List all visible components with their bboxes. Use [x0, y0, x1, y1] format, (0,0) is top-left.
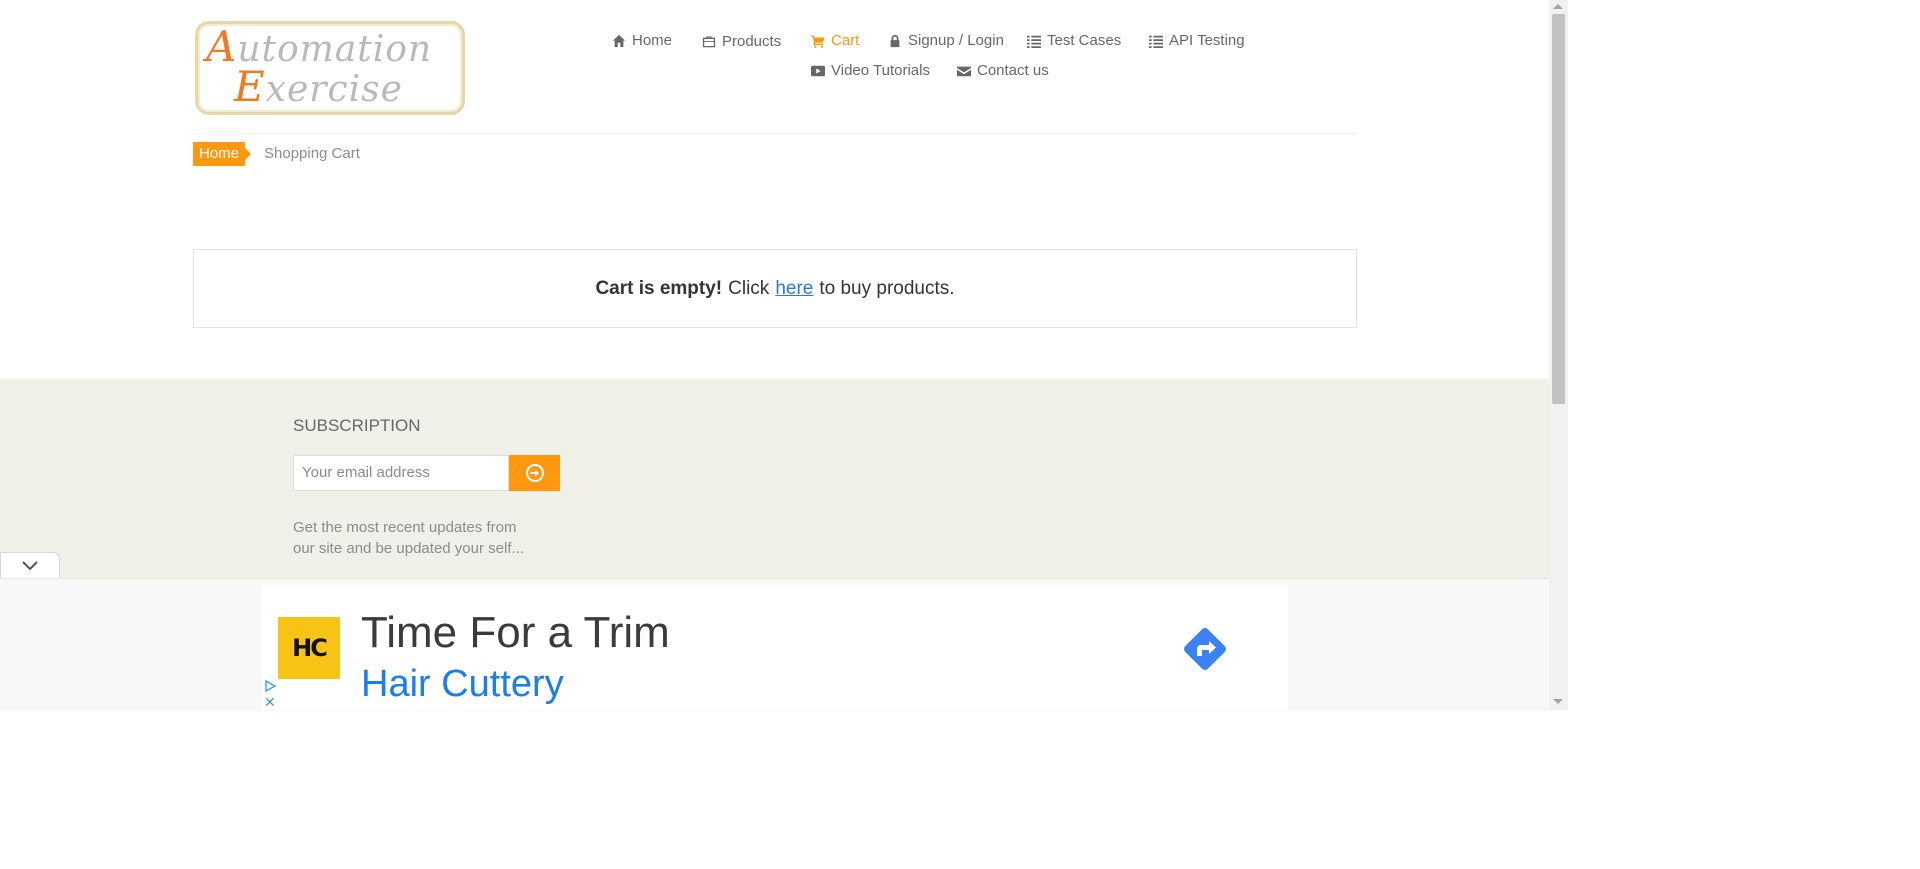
empty-cart-rest-text: to buy products. [819, 277, 955, 299]
footer [0, 379, 1549, 579]
site-logo[interactable]: Automation Exercise [195, 21, 465, 115]
youtube-play-icon [811, 65, 825, 76]
ad-title[interactable]: Time For a Trim [361, 608, 670, 658]
directions-icon[interactable] [1178, 622, 1232, 676]
subscribe-button[interactable] [509, 455, 560, 491]
buy-products-link[interactable]: here [775, 278, 813, 300]
briefcase-icon [702, 35, 716, 47]
empty-cart-message: Cart is empty! Click here to buy product… [193, 249, 1357, 328]
list-icon [1027, 35, 1041, 48]
empty-cart-heading: Cart is empty! [595, 277, 723, 299]
nav-signup-login[interactable]: Signup / Login [888, 32, 1004, 49]
ad-logo[interactable]: HC [278, 617, 340, 679]
empty-cart-click-text: Click [728, 277, 770, 299]
nav-cart[interactable]: Cart [811, 32, 859, 49]
home-icon [612, 34, 626, 47]
envelope-icon [957, 66, 971, 76]
ad-close-icon[interactable]: ✕ [264, 695, 276, 709]
ad-logo-text: HC [292, 634, 328, 662]
scroll-up-arrow-icon[interactable] [1553, 4, 1563, 9]
ad-collapse-button[interactable] [0, 552, 60, 579]
list-icon [1149, 35, 1163, 48]
nav-api-testing[interactable]: API Testing [1149, 32, 1245, 49]
ad-choices-icon[interactable] [264, 680, 276, 692]
nav-products[interactable]: Products [702, 33, 781, 50]
nav-video-tutorials[interactable]: Video Tutorials [811, 62, 930, 79]
scrollbar-thumb[interactable] [1552, 14, 1565, 404]
shopping-cart-icon [811, 34, 825, 48]
scroll-down-arrow-icon[interactable] [1553, 699, 1563, 704]
subscription-email-input[interactable]: Your email address [293, 455, 509, 491]
arrow-circle-right-icon [525, 464, 544, 482]
nav-test-cases[interactable]: Test Cases [1027, 32, 1121, 49]
chevron-down-icon [22, 561, 38, 571]
ad-brand[interactable]: Hair Cuttery [361, 663, 564, 706]
breadcrumb-current: Shopping Cart [264, 145, 360, 162]
subscription-description: Get the most recent updates from our sit… [293, 519, 524, 557]
subscription-title: SUBSCRIPTION [293, 416, 421, 435]
nav-contact-us[interactable]: Contact us [957, 62, 1049, 79]
logo-line-2: Exercise [234, 62, 403, 111]
lock-icon [890, 34, 900, 47]
breadcrumb-home[interactable]: Home [193, 142, 251, 166]
header-divider [193, 133, 1357, 134]
nav-home[interactable]: Home [612, 32, 672, 49]
